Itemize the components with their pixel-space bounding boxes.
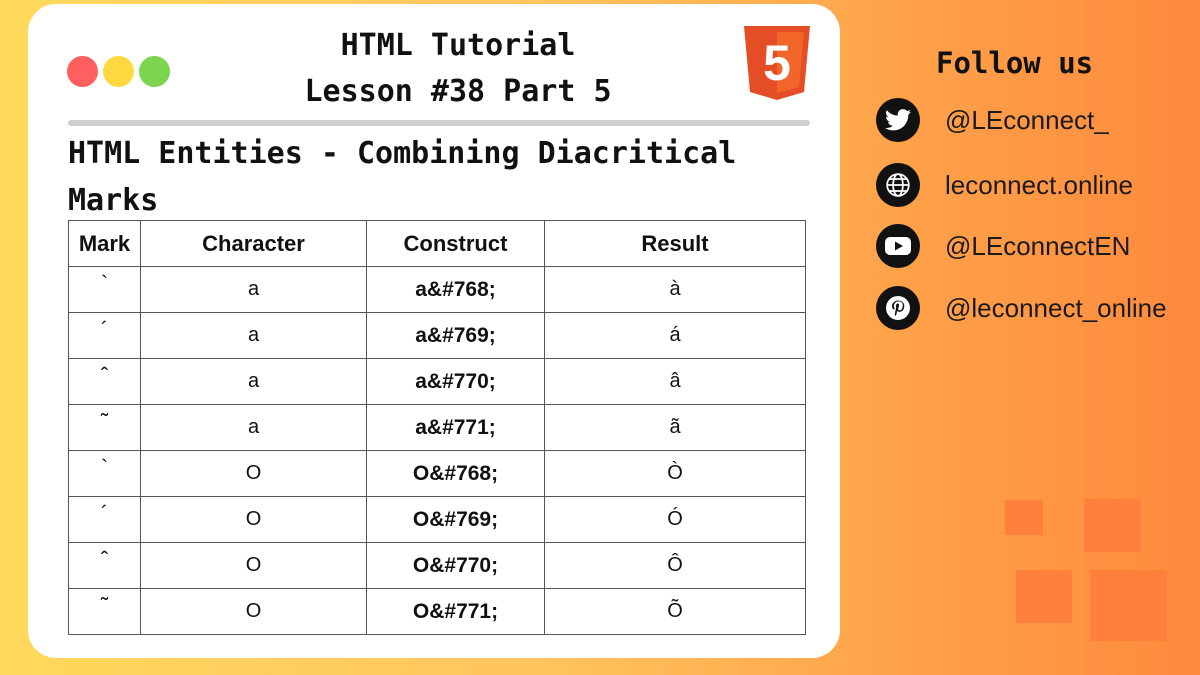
title-divider [68,120,810,126]
html5-logo-text: 5 [763,35,791,91]
mark-cell: ` [68,450,141,497]
decor-square [1016,570,1072,623]
decor-square [1005,500,1043,535]
page-subtitle: HTML Entities - Combining Diacritical Ma… [68,136,737,218]
result-cell: Õ [544,588,806,635]
tutorial-title: HTML Tutorial [340,28,576,63]
social-link-youtube[interactable]: @LEconnectEN [876,224,1130,268]
result-cell: Ó [544,496,806,543]
mark-cell: ˆ [68,542,141,589]
construct-cell: a&#770; [366,358,545,405]
lesson-title: Lesson #38 Part 5 [304,74,612,109]
table-row: ˆ a a&#770; â [68,358,806,405]
construct-cell: O&#770; [366,542,545,589]
window-maximize-dot [139,56,170,87]
table-row: ` O O&#768; Ò [68,450,806,497]
result-cell: ã [544,404,806,451]
character-cell: a [140,312,367,359]
header-construct: Construct [366,220,545,267]
mark-cell: ´ [68,496,141,543]
decor-square [1090,570,1167,641]
youtube-icon [876,224,920,268]
result-cell: á [544,312,806,359]
result-cell: Ò [544,450,806,497]
table-row: ˜ a a&#771; ã [68,404,806,451]
construct-cell: O&#771; [366,588,545,635]
social-link-pinterest[interactable]: @leconnect_online [876,286,1167,330]
table-row: ˆ O O&#770; Ô [68,542,806,589]
pinterest-icon [876,286,920,330]
character-cell: O [140,450,367,497]
mark-cell: ˜ [68,588,141,635]
mark-cell: ` [68,266,141,313]
mark-cell: ˜ [68,404,141,451]
follow-us-heading: Follow us [936,46,1094,80]
header-result: Result [544,220,806,267]
construct-cell: O&#769; [366,496,545,543]
result-cell: à [544,266,806,313]
result-cell: Ô [544,542,806,589]
construct-cell: O&#768; [366,450,545,497]
table-row: ` a a&#768; à [68,266,806,313]
header-character: Character [140,220,367,267]
window-close-dot [67,56,98,87]
result-cell: â [544,358,806,405]
mark-cell: ´ [68,312,141,359]
social-link-website[interactable]: leconnect.online [876,163,1133,207]
pinterest-handle: @leconnect_online [945,292,1167,323]
construct-cell: a&#769; [366,312,545,359]
website-url: leconnect.online [945,169,1133,200]
character-cell: O [140,542,367,589]
construct-cell: a&#771; [366,404,545,451]
table-row: ´ O O&#769; Ó [68,496,806,543]
decor-square [1084,499,1141,552]
character-cell: a [140,404,367,451]
social-link-twitter[interactable]: @LEconnect_ [876,98,1109,142]
globe-icon [876,163,920,207]
header-mark: Mark [68,220,141,267]
entities-table: Mark Character Construct Result ` a a&#7… [68,220,806,635]
table-row: ˜ O O&#771; Õ [68,588,806,635]
character-cell: O [140,496,367,543]
table-row: ´ a a&#769; á [68,312,806,359]
character-cell: a [140,266,367,313]
window-minimize-dot [103,56,134,87]
character-cell: a [140,358,367,405]
character-cell: O [140,588,367,635]
mark-cell: ˆ [68,358,141,405]
twitter-handle: @LEconnect_ [945,104,1109,135]
twitter-icon [876,98,920,142]
html5-logo-icon: 5 [744,26,810,100]
youtube-handle: @LEconnectEN [945,230,1131,261]
construct-cell: a&#768; [366,266,545,313]
table-header-row: Mark Character Construct Result [68,220,806,267]
tutorial-card: HTML Tutorial Lesson #38 Part 5 5 HTML E… [28,4,840,658]
